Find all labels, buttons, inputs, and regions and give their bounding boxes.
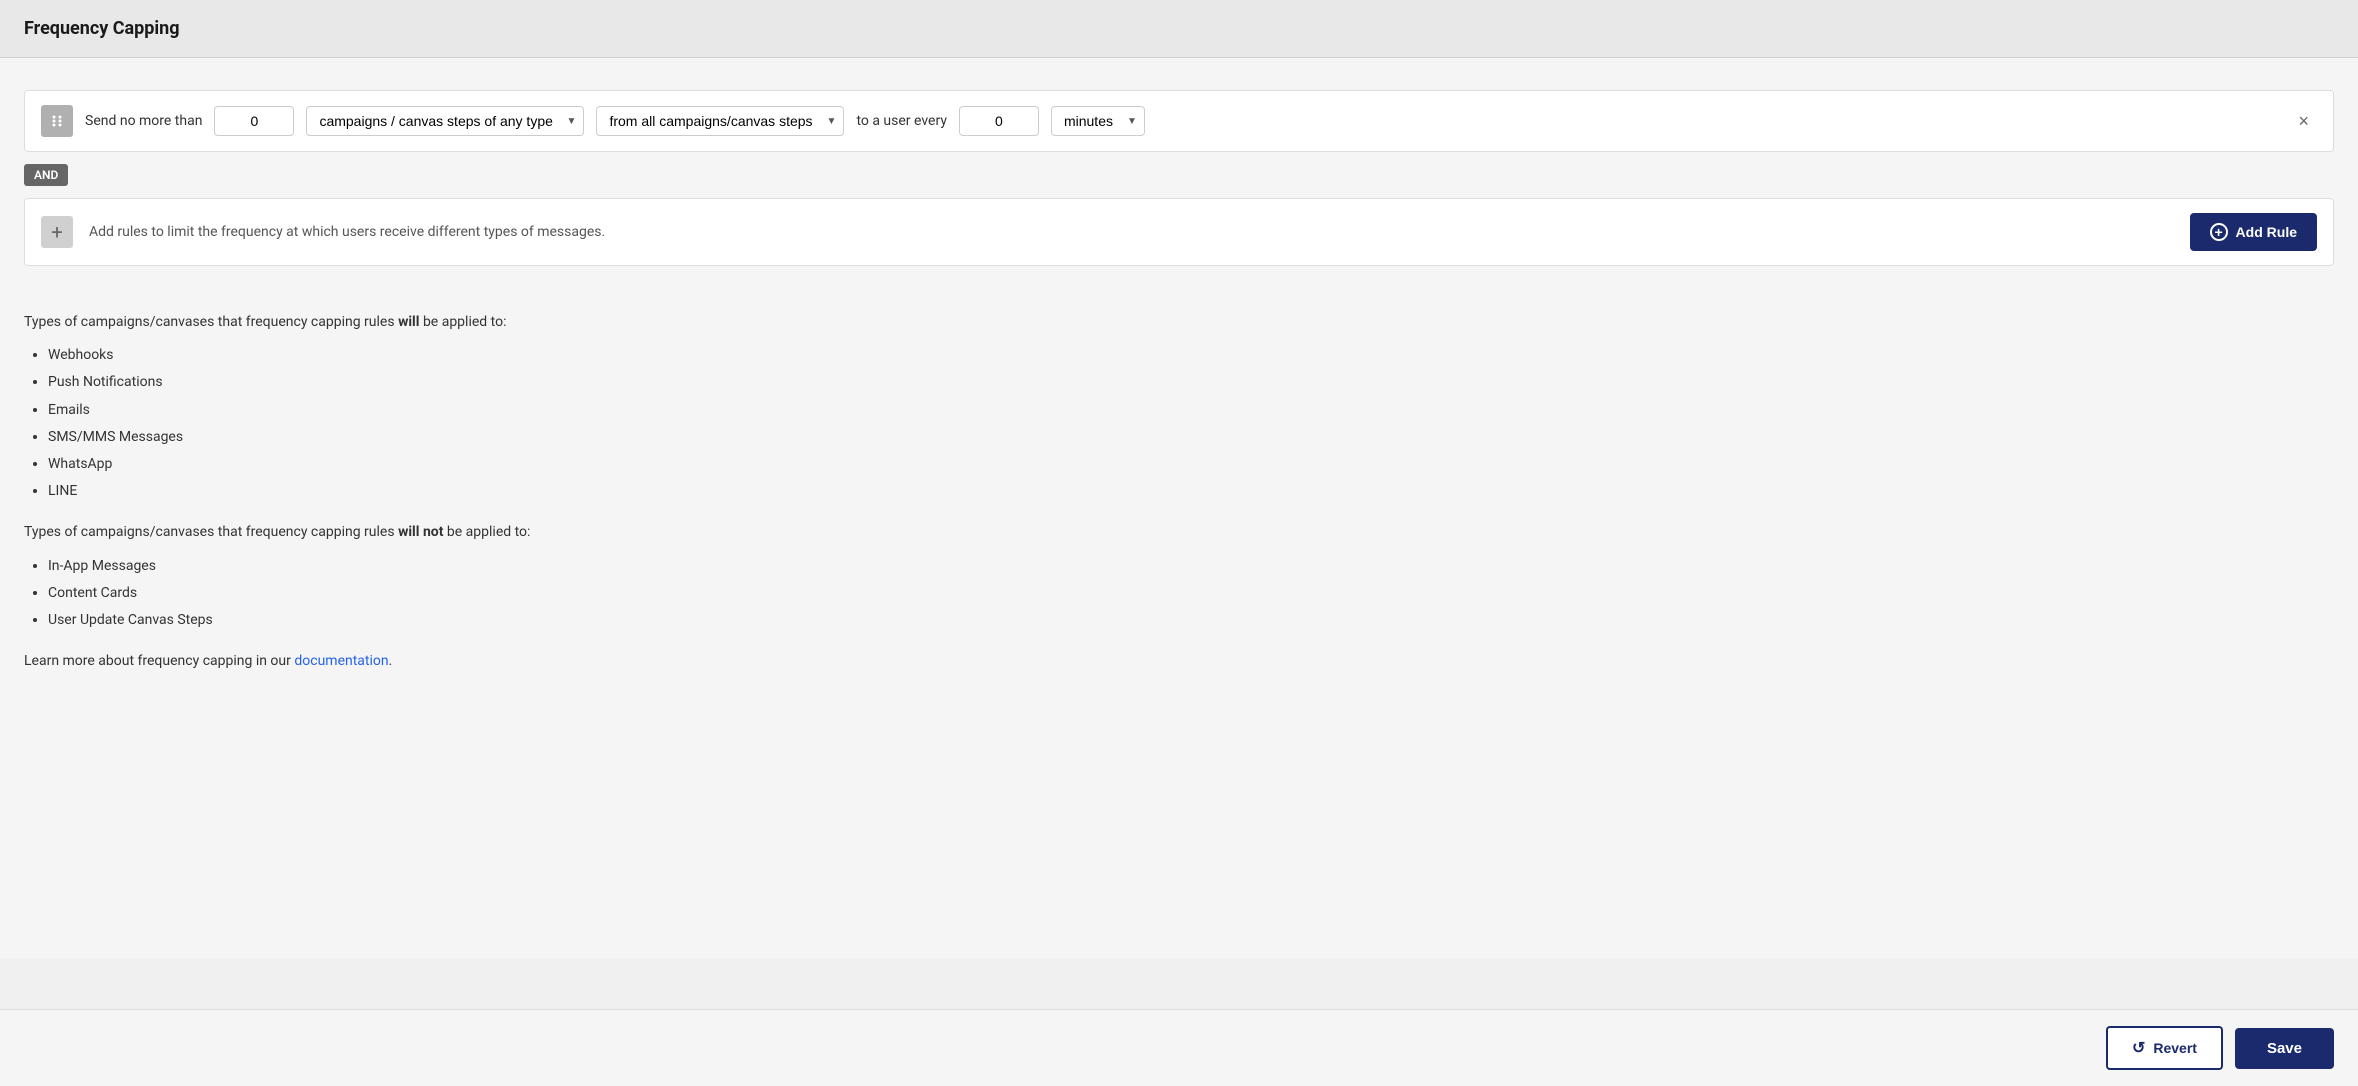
will-not-apply-header: Types of campaigns/canvases that frequen…: [24, 520, 2334, 545]
revert-button[interactable]: ↺ Revert: [2106, 1026, 2223, 1070]
list-item: Webhooks: [48, 343, 2334, 368]
list-item: SMS/MMS Messages: [48, 425, 2334, 450]
page-content: Send no more than 0 campaigns / canvas s…: [0, 58, 2358, 958]
drag-handle[interactable]: [41, 105, 73, 137]
count-input[interactable]: 0: [214, 106, 294, 136]
learn-more-text: Learn more about frequency capping in ou…: [24, 649, 2334, 674]
remove-rule-button[interactable]: ×: [2290, 107, 2317, 136]
and-badge: AND: [24, 152, 2334, 198]
will-not-apply-list: In-App Messages Content Cards User Updat…: [48, 554, 2334, 634]
page-header: Frequency Capping: [0, 0, 2358, 58]
from-select-wrapper: from all campaigns/canvas steps from spe…: [596, 106, 844, 136]
will-apply-header: Types of campaigns/canvases that frequen…: [24, 310, 2334, 335]
page-footer: ↺ Revert Save: [0, 1009, 2358, 1086]
page-title: Frequency Capping: [24, 18, 180, 39]
revert-label: Revert: [2153, 1040, 2197, 1056]
type-select-wrapper: campaigns / canvas steps of any type cam…: [306, 106, 584, 136]
add-rule-row: + Add rules to limit the frequency at wh…: [24, 198, 2334, 266]
rule-row: Send no more than 0 campaigns / canvas s…: [24, 90, 2334, 152]
add-rule-button-label: Add Rule: [2236, 224, 2297, 240]
list-item: Push Notifications: [48, 370, 2334, 395]
list-item: Content Cards: [48, 581, 2334, 606]
add-rule-plus-circle: +: [2210, 223, 2228, 241]
unit-select-wrapper: minutes hours days weeks: [1051, 106, 1145, 136]
to-user-label: to a user every: [856, 113, 947, 129]
will-apply-list: Webhooks Push Notifications Emails SMS/M…: [48, 343, 2334, 504]
revert-icon: ↺: [2132, 1038, 2145, 1058]
unit-select[interactable]: minutes hours days weeks: [1051, 106, 1145, 136]
interval-input[interactable]: 0: [959, 106, 1039, 136]
documentation-link[interactable]: documentation: [294, 653, 388, 669]
save-button[interactable]: Save: [2235, 1028, 2334, 1069]
list-item: In-App Messages: [48, 554, 2334, 579]
add-rule-button[interactable]: + Add Rule: [2190, 213, 2317, 251]
send-no-more-label: Send no more than: [85, 113, 202, 129]
list-item: WhatsApp: [48, 452, 2334, 477]
list-item: Emails: [48, 398, 2334, 423]
type-select[interactable]: campaigns / canvas steps of any type cam…: [306, 106, 584, 136]
add-rule-plus-icon[interactable]: +: [41, 216, 73, 248]
from-select[interactable]: from all campaigns/canvas steps from spe…: [596, 106, 844, 136]
list-item: User Update Canvas Steps: [48, 608, 2334, 633]
add-rule-description: Add rules to limit the frequency at whic…: [89, 224, 2190, 240]
list-item: LINE: [48, 479, 2334, 504]
info-section: Types of campaigns/canvases that frequen…: [24, 294, 2334, 698]
